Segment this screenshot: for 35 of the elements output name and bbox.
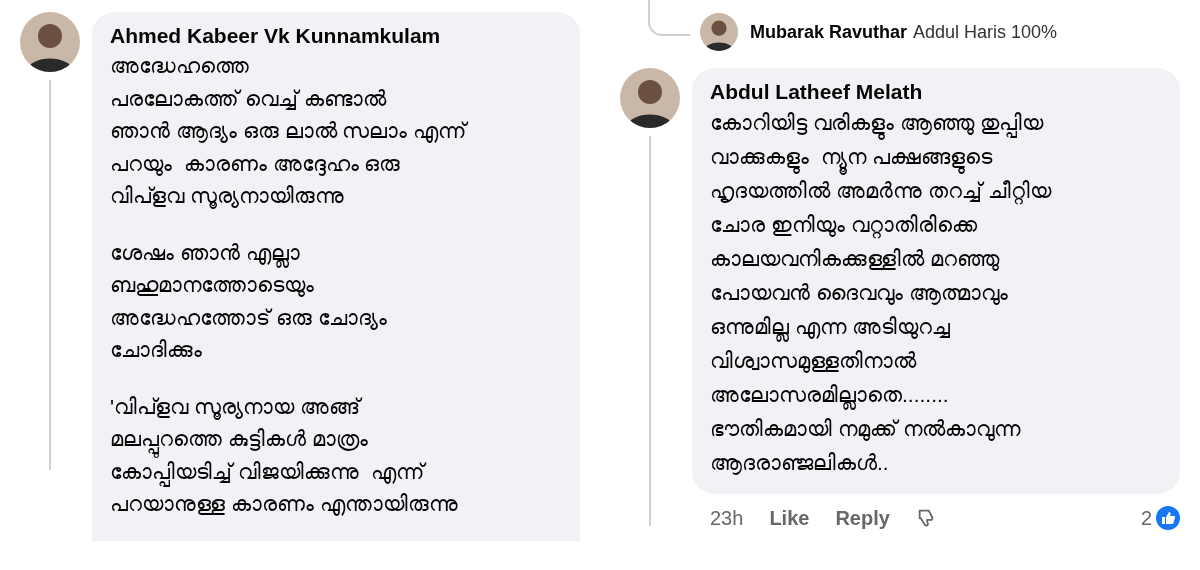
- comment-line: ശേഷം ഞാൻ എല്ലാ: [110, 236, 300, 269]
- comment-line: പറയും കാരണം അദ്ദേഹം ഒരു: [110, 150, 401, 178]
- like-icon: [1156, 506, 1180, 530]
- reaction-count: 2: [1140, 506, 1152, 530]
- comment-line: ആദരാഞ്ജലികൾ..: [710, 450, 889, 477]
- comment-line: ഒന്നുമില്ല എന്ന അടിയുറച്ച: [710, 310, 950, 344]
- author-name[interactable]: Mubarak Ravuthar: [750, 21, 908, 43]
- comment-line: ഭൗതികമായി നമുക്ക് നൽകാവുന്ന: [710, 416, 1020, 443]
- comment-line: ചോര ഇനിയും വറ്റാതിരിക്കെ: [710, 208, 977, 242]
- avatar[interactable]: [20, 12, 80, 72]
- comment-line: ഞാൻ ആദ്യം ഒരു ലാൽ സലാം എന്ന്: [110, 118, 467, 145]
- comment-line: പറയാനുള്ള കാരണം എന്തായിരുന്നു: [110, 491, 458, 518]
- action-link[interactable]: Like: [769, 506, 810, 530]
- comment-line: മലപ്പുറത്തെ കുട്ടികൾ മാത്രം: [110, 423, 368, 456]
- comment-line: വിപ്ളവ സൂര്യനായിരുന്നു: [110, 183, 344, 211]
- action-link[interactable]: Reply: [835, 506, 890, 530]
- reply-text: Addul Haris 100%: [913, 21, 1058, 43]
- comment-line: ചോദിക്കും: [110, 337, 202, 363]
- comment-line: കാലയവനികക്കുള്ളിൽ മറഞ്ഞു: [710, 246, 999, 273]
- timestamp[interactable]: 23h: [710, 506, 744, 530]
- author-name[interactable]: Abdul Latheef Melath: [710, 78, 923, 106]
- avatar[interactable]: [620, 68, 680, 128]
- comment-line: വാക്കുകളും ന്യൂന പക്ഷങ്ങളുടെ: [710, 140, 992, 174]
- comment-line: ഹൃദയത്തിൽ അമർന്നു തറച്ച് ചീറ്റിയ: [710, 174, 1051, 208]
- comment-line: ബഹുമാനത്തോടെയും: [110, 272, 314, 299]
- comment-line: വിശ്വാസമുള്ളതിനാൽ: [710, 348, 916, 375]
- avatar[interactable]: [700, 13, 738, 51]
- comment-line: കോറിയിട്ട വരികളും ആഞ്ഞു തുപ്പിയ: [710, 106, 1043, 140]
- comment-line: അദ്ധേഹത്തോട് ഒരു ചോദ്യം: [110, 304, 387, 332]
- comment-line: അദ്ധേഹത്തെ: [110, 53, 249, 79]
- author-name[interactable]: Ahmed Kabeer Vk Kunnamkulam: [110, 22, 441, 50]
- comment-line: അലോസരമില്ലാതെ........: [710, 378, 949, 412]
- comment-line: പോയവൻ ദൈവവും ആത്മാവും: [710, 280, 1008, 307]
- comment-line: പരലോകത്ത് വെച്ച് കണ്ടാൽ: [110, 85, 386, 112]
- thread-connector: [648, 0, 690, 36]
